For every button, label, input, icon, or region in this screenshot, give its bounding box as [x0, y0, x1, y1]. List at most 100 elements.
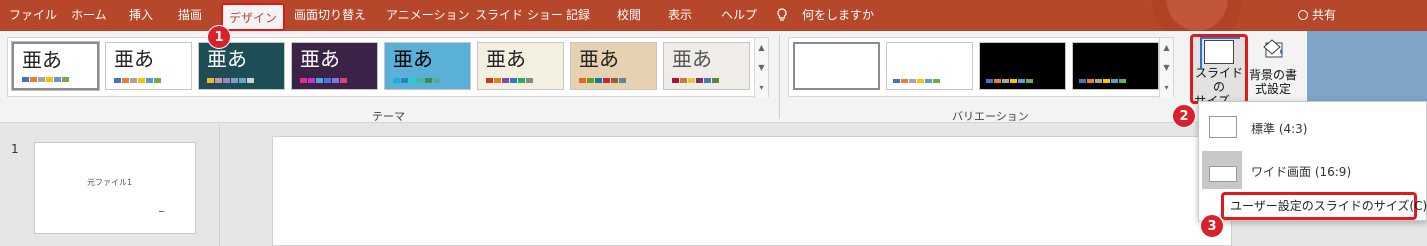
color-swatch [324, 78, 331, 83]
variation-4[interactable] [1072, 42, 1159, 90]
color-swatch [925, 79, 932, 83]
theme-color-swatches [486, 78, 533, 83]
theme-cream[interactable]: 亜あ [477, 42, 564, 90]
variation-color-swatches [893, 79, 940, 83]
format-background-button[interactable]: 背景の書 式設定 [1249, 35, 1297, 105]
themes-group-label: テーマ [372, 110, 405, 123]
menu-item-standard-label: 標準 (4:3) [1251, 122, 1308, 136]
theme-light-gray[interactable]: 亜あ [663, 42, 750, 90]
color-swatch [486, 78, 493, 83]
theme-teal-dark[interactable]: 亜あ [198, 42, 285, 90]
color-swatch [138, 78, 145, 83]
slide-thumbnail-pane: 1 元ファイル1 [0, 124, 220, 246]
color-swatch [595, 78, 602, 83]
slide-canvas[interactable] [272, 136, 1232, 246]
color-swatch [494, 78, 501, 83]
tab-record[interactable]: 記録 [566, 0, 590, 31]
theme-pattern-blue[interactable]: 亜あ [384, 42, 471, 90]
tab-help[interactable]: ヘルプ [721, 0, 757, 31]
tab-review[interactable]: 校閲 [617, 0, 641, 31]
color-swatch [433, 78, 440, 83]
color-swatch [38, 77, 45, 82]
tab-draw[interactable]: 描画 [178, 0, 202, 31]
tab-animations[interactable]: アニメーション [386, 0, 470, 31]
theme-purple[interactable]: 亜あ [291, 42, 378, 90]
color-swatch [917, 79, 924, 83]
color-swatch [30, 77, 37, 82]
theme-sample-text: 亜あ [300, 47, 340, 71]
tab-slideshow[interactable]: スライド ショー [475, 0, 563, 31]
variation-1[interactable] [793, 42, 880, 90]
theme-office-2[interactable]: 亜あ [105, 42, 192, 90]
paint-bucket-icon [1263, 39, 1283, 58]
theme-sample-text: 亜あ [672, 47, 712, 71]
color-swatch [688, 78, 695, 83]
color-swatch [893, 79, 900, 83]
variation-2[interactable] [886, 42, 973, 90]
variations-gallery-scroll[interactable]: ▲ ▼ ▾ [1159, 38, 1173, 98]
color-swatch [54, 77, 61, 82]
tab-transitions[interactable]: 画面切り替え [294, 0, 366, 31]
tab-design[interactable]: デザイン [221, 3, 286, 31]
variations-group-label: バリエーション [952, 110, 1029, 123]
menu-item-standard[interactable]: 標準 (4:3) [1199, 106, 1427, 148]
lightbulb-icon[interactable] [776, 8, 788, 22]
theme-wood[interactable]: 亜あ [570, 42, 657, 90]
color-swatch [231, 78, 238, 83]
color-swatch [332, 78, 339, 83]
color-swatch [704, 78, 711, 83]
gallery-more-icon[interactable]: ▾ [755, 78, 768, 98]
scroll-up-icon[interactable]: ▲ [755, 38, 768, 58]
color-swatch [510, 78, 517, 83]
menu-item-widescreen-label: ワイド画面 (16:9) [1251, 165, 1352, 179]
widescreen-ratio-icon [1209, 166, 1237, 182]
theme-sample-text: 亜あ [486, 47, 526, 71]
tab-file[interactable]: ファイル [9, 0, 57, 31]
themes-gallery-scroll[interactable]: ▲ ▼ ▾ [754, 38, 768, 98]
scroll-down-icon[interactable]: ▼ [755, 58, 768, 78]
theme-sample-text: 亜あ [22, 48, 62, 72]
color-swatch [401, 78, 408, 83]
scroll-down-icon[interactable]: ▼ [1160, 58, 1173, 78]
scroll-up-icon[interactable]: ▲ [1160, 38, 1173, 58]
tab-view[interactable]: 表示 [668, 0, 692, 31]
menu-item-widescreen[interactable]: ワイド画面 (16:9) [1199, 149, 1427, 191]
color-swatch [712, 78, 719, 83]
tab-home[interactable]: ホーム [71, 0, 107, 31]
gallery-more-icon[interactable]: ▾ [1160, 78, 1173, 98]
slide-size-button[interactable]: スライドの サイズ ⌄ [1190, 34, 1248, 108]
color-swatch [215, 78, 222, 83]
share-label: 共有 [1312, 8, 1337, 22]
color-swatch [994, 79, 1001, 83]
color-swatch [417, 78, 424, 83]
variation-3[interactable] [979, 42, 1066, 90]
theme-color-swatches [22, 77, 69, 82]
slide-number: 1 [11, 142, 19, 156]
color-swatch [1002, 79, 1009, 83]
tell-me-search[interactable]: 何をしますか [802, 0, 874, 31]
slide-thumbnail[interactable]: 元ファイル1 [34, 142, 196, 234]
color-swatch [393, 78, 400, 83]
standard-ratio-icon [1209, 116, 1237, 138]
share-button[interactable]: 共有 [1298, 0, 1336, 31]
format-background-label-1: 背景の書 [1249, 68, 1298, 82]
color-swatch [901, 79, 908, 83]
menu-item-custom-size[interactable]: ユーザー設定のスライドのサイズ(C)... [1221, 192, 1427, 220]
format-background-label-2: 式設定 [1254, 82, 1291, 96]
color-swatch [239, 78, 246, 83]
theme-color-swatches [672, 78, 719, 83]
color-swatch [587, 78, 594, 83]
color-swatch [672, 78, 679, 83]
theme-office[interactable]: 亜あ [11, 41, 100, 91]
group-separator [779, 35, 780, 119]
variations-gallery: ▲ ▼ ▾ [788, 37, 1174, 98]
color-swatch [1018, 79, 1025, 83]
color-swatch [154, 78, 161, 83]
step-badge-1: 1 [207, 25, 231, 49]
color-swatch [146, 78, 153, 83]
color-swatch [526, 78, 533, 83]
tab-insert[interactable]: 挿入 [129, 0, 153, 31]
color-swatch [909, 79, 916, 83]
color-swatch [22, 77, 29, 82]
color-swatch [502, 78, 509, 83]
